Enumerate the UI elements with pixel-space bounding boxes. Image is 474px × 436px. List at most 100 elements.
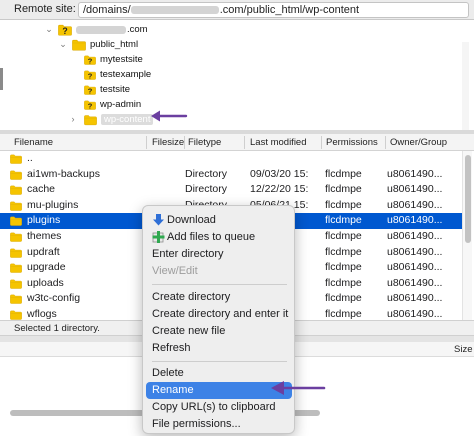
- cell-owner-group: u8061490...: [387, 198, 443, 211]
- folder-icon: [84, 114, 97, 126]
- tree-item-label: mytestsite: [100, 54, 143, 65]
- cell-owner-group: u8061490...: [387, 183, 443, 196]
- table-row[interactable]: ..: [0, 151, 462, 167]
- cell-owner-group: u8061490...: [387, 292, 443, 305]
- tree-item-public-html[interactable]: ⌄ public_html: [59, 37, 139, 52]
- tree-item-wp-content[interactable]: › wp-content: [72, 112, 154, 127]
- cell-owner-group: u8061490...: [387, 308, 443, 320]
- folder-icon: [72, 39, 86, 51]
- cell-filename: w3tc-config: [27, 292, 81, 305]
- table-row[interactable]: ai1wm-backups Directory 09/03/20 15: flcdmp…: [0, 167, 462, 183]
- tree-item-domain[interactable]: ⌄ .com: [45, 22, 148, 37]
- context-menu: Download Add files to queue Enter direct…: [142, 205, 295, 434]
- file-list-header: Filename Filesize Filetype Last modified…: [0, 134, 474, 151]
- collapse-chevron-icon[interactable]: ⌄: [58, 37, 68, 52]
- menu-item-add-to-queue[interactable]: Add files to queue: [146, 229, 292, 246]
- tree-scrollbar[interactable]: [462, 42, 469, 130]
- question-folder-icon: [84, 99, 96, 111]
- cell-owner-group: u8061490...: [387, 276, 443, 289]
- cell-owner-group: u8061490...: [387, 261, 443, 274]
- folder-icon: [10, 154, 22, 164]
- menu-item-label: Download: [167, 214, 216, 226]
- menu-item-view-edit: View/Edit: [146, 263, 292, 280]
- cell-filename: uploads: [27, 276, 64, 289]
- folder-icon: [10, 232, 22, 242]
- folder-icon: [10, 310, 22, 320]
- cell-filename: themes: [27, 230, 62, 242]
- cell-filename: upgrade: [27, 261, 66, 274]
- add-to-queue-icon: [152, 231, 165, 244]
- menu-item-enter-directory[interactable]: Enter directory: [146, 246, 292, 263]
- menu-separator: [152, 361, 287, 362]
- folder-icon: [10, 170, 22, 180]
- cell-owner-group: u8061490...: [387, 230, 443, 242]
- folder-icon: [10, 263, 22, 273]
- column-size[interactable]: Size: [454, 344, 472, 355]
- collapse-chevron-icon[interactable]: ⌄: [44, 22, 54, 37]
- cell-permissions: flcdmpe: [325, 214, 362, 227]
- remote-site-input[interactable]: /domains/ .com/public_html/wp-content: [78, 2, 469, 18]
- column-divider[interactable]: [385, 136, 386, 149]
- tree-item-testexample[interactable]: testexample: [84, 67, 151, 82]
- cell-filename: ..: [27, 152, 33, 164]
- menu-item-create-and-enter[interactable]: Create directory and enter it: [146, 306, 292, 323]
- folder-icon: [10, 294, 22, 304]
- menu-item-label: Rename: [152, 384, 194, 396]
- expand-chevron-icon[interactable]: ›: [68, 112, 78, 127]
- column-filename[interactable]: Filename: [14, 137, 53, 148]
- menu-item-download[interactable]: Download: [146, 212, 292, 229]
- cell-owner-group: u8061490...: [387, 214, 443, 227]
- tree-item-wp-admin[interactable]: wp-admin: [84, 97, 141, 112]
- column-divider[interactable]: [184, 136, 185, 149]
- scrollbar-thumb[interactable]: [465, 155, 471, 243]
- cell-permissions: flcdmpe: [325, 198, 362, 211]
- annotation-arrow-icon: [151, 110, 188, 122]
- redacted-domain: [76, 25, 126, 34]
- column-divider[interactable]: [244, 136, 245, 149]
- cell-owner-group: u8061490...: [387, 245, 443, 258]
- menu-item-refresh[interactable]: Refresh: [146, 340, 292, 357]
- tree-item-mytestsite[interactable]: mytestsite: [84, 52, 143, 67]
- table-row[interactable]: cache Directory 12/22/20 15: flcdmpe u806149…: [0, 182, 462, 198]
- column-filesize[interactable]: Filesize: [152, 137, 184, 148]
- menu-item-file-permissions[interactable]: File permissions...: [146, 416, 292, 433]
- cell-permissions: flcdmpe: [325, 308, 362, 320]
- menu-item-label: File permissions...: [152, 418, 241, 430]
- tree-item-label: public_html: [90, 39, 139, 50]
- tree-item-label: testsite: [100, 84, 131, 95]
- question-folder-icon: [58, 24, 72, 36]
- cell-owner-group: u8061490...: [387, 167, 443, 180]
- column-divider[interactable]: [146, 136, 147, 149]
- folder-icon: [10, 248, 22, 258]
- file-list-scrollbar[interactable]: [462, 151, 472, 320]
- folder-icon: [10, 279, 22, 289]
- status-text: Selected 1 directory.: [14, 323, 100, 334]
- menu-item-label: View/Edit: [152, 265, 198, 277]
- cell-filename: cache: [27, 183, 56, 196]
- tree-item-label: .com: [127, 24, 148, 35]
- cell-permissions: flcdmpe: [325, 183, 362, 196]
- menu-item-label: Add files to queue: [167, 231, 256, 243]
- remote-path-prefix: /domains/: [83, 4, 131, 16]
- menu-item-create-directory[interactable]: Create directory: [146, 289, 292, 306]
- column-last-modified[interactable]: Last modified: [250, 137, 307, 148]
- menu-item-label: Delete: [152, 367, 184, 379]
- menu-separator: [152, 284, 287, 285]
- cell-filename: ai1wm-backups: [27, 167, 100, 180]
- menu-item-label: Copy URL(s) to clipboard: [152, 401, 276, 413]
- remote-site-label: Remote site:: [14, 3, 76, 15]
- cell-permissions: flcdmpe: [325, 167, 362, 180]
- cell-permissions: flcdmpe: [325, 292, 362, 305]
- tree-item-testsite[interactable]: testsite: [84, 82, 130, 97]
- menu-item-create-file[interactable]: Create new file: [146, 323, 292, 340]
- cell-permissions: flcdmpe: [325, 245, 362, 258]
- cell-permissions: flcdmpe: [325, 230, 362, 242]
- column-owner-group[interactable]: Owner/Group: [390, 137, 447, 148]
- column-filetype[interactable]: Filetype: [188, 137, 221, 148]
- question-folder-icon: [84, 54, 96, 66]
- tree-item-label: wp-admin: [100, 99, 142, 110]
- menu-item-label: Create directory: [152, 291, 231, 303]
- column-permissions[interactable]: Permissions: [326, 137, 378, 148]
- menu-item-copy-url[interactable]: Copy URL(s) to clipboard: [146, 399, 292, 416]
- column-divider[interactable]: [321, 136, 322, 149]
